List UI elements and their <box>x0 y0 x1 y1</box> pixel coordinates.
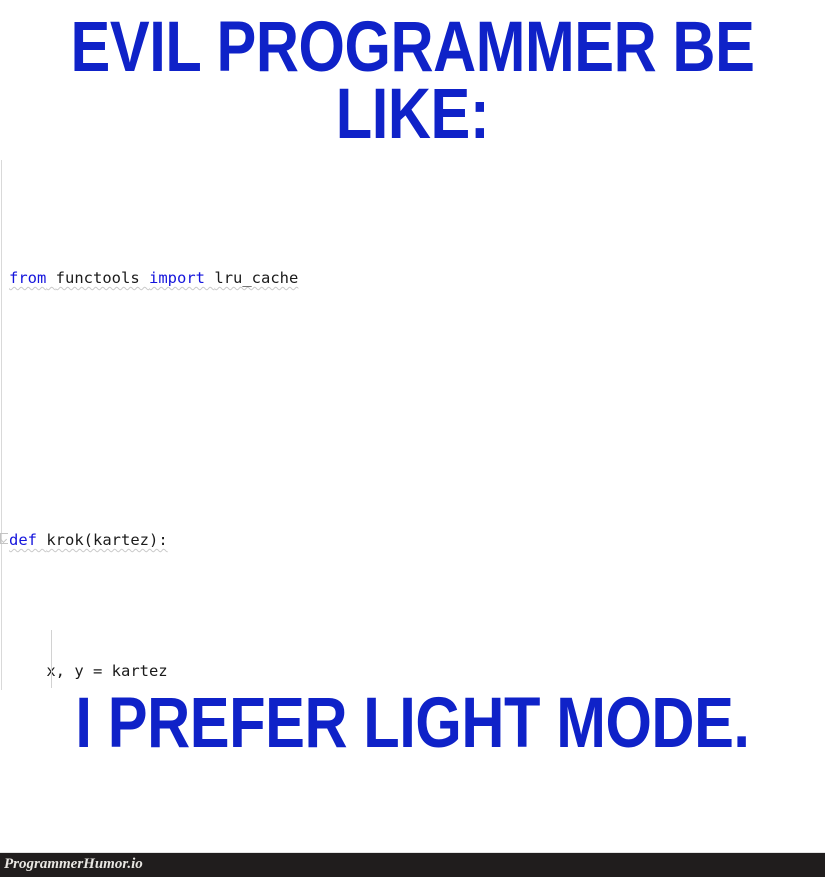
fold-marker-icon[interactable] <box>0 532 11 546</box>
code-line: from functools import lru_cache <box>9 268 299 287</box>
watermark-text: ProgrammerHumor.io <box>4 856 143 872</box>
code-editor[interactable]: from functools import lru_cache def krok… <box>0 160 825 690</box>
code-block: from functools import lru_cache def krok… <box>0 160 825 690</box>
bottom-caption: I PREFER LIGHT MODE. <box>75 684 750 763</box>
top-caption: EVIL PROGRAMMER BE LIKE: <box>70 8 755 155</box>
footer-bar: ProgrammerHumor.io <box>0 853 825 877</box>
code-line: def krok(kartez): <box>0 527 825 553</box>
meme-image: EVIL PROGRAMMER BE LIKE: from functools … <box>0 0 825 877</box>
code-line: x, y = kartez <box>9 661 168 680</box>
indent-guide <box>51 630 52 688</box>
